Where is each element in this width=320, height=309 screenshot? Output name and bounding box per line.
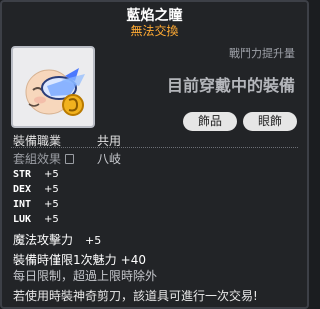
trade-status: 無法交換: [130, 24, 179, 38]
stat-value: +5: [44, 169, 59, 180]
scissors-note: 若使用時裝神奇剪刀，該道具可進行一次交易!: [13, 289, 258, 303]
tag-accessory: 飾品: [183, 112, 237, 131]
item-tooltip: 藍焰之瞳 無法交換 戰鬥力提升量 目前穿戴中的裝備 飾品 眼飾 裝備職業 共用 …: [0, 0, 309, 309]
stat-int: INT +5: [13, 197, 59, 212]
stat-name: STR: [13, 169, 32, 180]
stat-luk: LUK +5: [13, 212, 59, 227]
lock-icon: [65, 154, 75, 164]
set-effect-label: 套組效果: [13, 152, 62, 166]
tag-eye-accessory: 眼飾: [243, 112, 297, 131]
job-label: 裝備職業: [13, 134, 62, 148]
equip-limit-value: +40: [120, 253, 146, 267]
stat-list: STR +5 DEX +5 INT +5 LUK +5: [13, 167, 59, 227]
magic-attack-value: +5: [85, 234, 102, 247]
item-tags: 飾品 眼飾: [183, 112, 297, 131]
magic-attack-label: 魔法攻擊力: [13, 233, 74, 247]
equip-limit-label: 裝備時僅限1次魅力: [13, 253, 117, 267]
magic-attack-row: 魔法攻擊力 +5: [13, 231, 101, 248]
daily-limit-text: 每日限制，超過上限時除外: [13, 269, 158, 283]
equip-limit-row: 裝備時僅限1次魅力 +40: [13, 251, 146, 268]
set-effect-value: 八岐: [97, 152, 122, 166]
divider: [11, 147, 298, 148]
stat-value: +5: [44, 184, 59, 195]
set-effect-row: 套組效果 八岐: [13, 150, 121, 167]
stat-value: +5: [44, 214, 59, 225]
stat-name: INT: [13, 199, 32, 210]
combat-power-label: 戰鬥力提升量: [229, 47, 295, 60]
stat-value: +5: [44, 199, 59, 210]
stat-dex: DEX +5: [13, 182, 59, 197]
currently-equipped-text: 目前穿戴中的裝備: [166, 76, 295, 95]
stat-name: LUK: [13, 214, 32, 225]
stat-name: DEX: [13, 184, 32, 195]
blue-flame-eye-accessory-icon: [25, 68, 85, 116]
item-icon-frame: [11, 46, 95, 128]
stat-str: STR +5: [13, 167, 59, 182]
